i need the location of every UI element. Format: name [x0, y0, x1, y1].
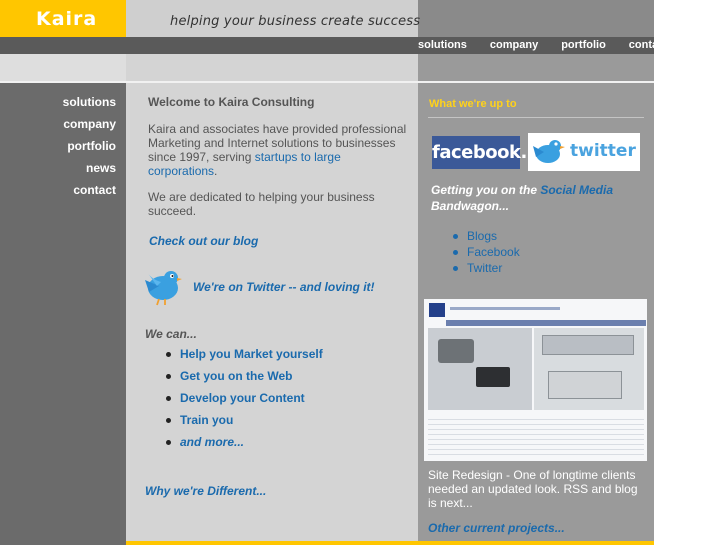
brand-logo[interactable]: Kaira	[36, 8, 97, 30]
top-nav-solutions[interactable]: solutions	[418, 37, 467, 54]
social-prefix: Getting you on the	[431, 183, 541, 197]
footer-bar	[126, 541, 654, 545]
twitter-bird-icon	[533, 140, 565, 163]
blog-link[interactable]: Check out our blog	[149, 234, 258, 248]
twitter-link[interactable]: We're on Twitter -- and loving it!	[193, 280, 375, 294]
social-heading: Getting you on the Social Media Bandwago…	[431, 182, 646, 214]
why-different-link[interactable]: Why we're Different...	[145, 484, 266, 498]
dedicated-paragraph: We are dedicated to helping your busines…	[148, 190, 375, 218]
intro-paragraph: Kaira and associates have provided profe…	[148, 122, 413, 178]
social-media-link[interactable]: Social Media	[540, 183, 613, 197]
side-nav-company[interactable]: company	[0, 117, 116, 139]
divider	[0, 81, 654, 83]
sub-band-right	[418, 54, 654, 82]
power-supply-icon	[542, 335, 634, 355]
header-band-dark	[418, 0, 654, 37]
page-title: Welcome to Kaira Consulting	[148, 95, 315, 109]
side-nav-news[interactable]: news	[0, 161, 116, 183]
list-item[interactable]: Facebook	[452, 245, 520, 261]
top-nav-contact[interactable]: contact	[629, 37, 668, 54]
thumb-nav	[446, 320, 646, 326]
other-projects-link[interactable]: Other current projects...	[428, 521, 565, 535]
list-item[interactable]: Develop your Content	[164, 391, 323, 413]
twitter-logo[interactable]: twitter	[528, 133, 640, 171]
thumb-header	[450, 307, 560, 310]
power-supply-icon	[548, 371, 622, 399]
sub-band-left	[0, 54, 126, 82]
list-item[interactable]: Help you Market yourself	[164, 347, 323, 369]
list-item[interactable]: and more...	[164, 435, 323, 457]
social-suffix: Bandwagon...	[431, 199, 509, 213]
portfolio-screenshot[interactable]	[424, 299, 647, 461]
we-can-heading: We can...	[145, 327, 197, 341]
list-item[interactable]: Blogs	[452, 229, 520, 245]
side-nav-contact[interactable]: contact	[0, 183, 116, 205]
power-supply-icon	[438, 339, 474, 363]
twitter-bird-icon[interactable]	[141, 266, 183, 306]
client-logo-icon	[429, 303, 445, 317]
we-can-list: Help you Market yourself Get you on the …	[164, 347, 323, 457]
intro-end: .	[214, 164, 218, 178]
top-nav: solutions company portfolio contact	[418, 37, 691, 54]
list-item[interactable]: Twitter	[452, 261, 520, 277]
side-nav: solutions company portfolio news contact	[0, 95, 116, 205]
twitter-wordmark: twitter	[570, 141, 636, 161]
list-item[interactable]: Get you on the Web	[164, 369, 323, 391]
list-item[interactable]: Train you	[164, 413, 323, 435]
social-list: Blogs Facebook Twitter	[452, 229, 520, 277]
sub-band-main	[126, 54, 418, 82]
section-divider	[428, 117, 644, 118]
top-nav-company[interactable]: company	[490, 37, 538, 54]
power-supply-icon	[476, 367, 510, 387]
facebook-logo[interactable]: facebook.	[432, 136, 527, 169]
top-nav-portfolio[interactable]: portfolio	[561, 37, 606, 54]
redesign-text: Site Redesign - One of longtime clients …	[428, 468, 638, 510]
page-margin	[654, 0, 727, 545]
thumb-text-lines	[428, 415, 644, 459]
tagline: helping your business create success	[170, 14, 421, 29]
section-heading: What we're up to	[429, 98, 517, 110]
side-nav-solutions[interactable]: solutions	[0, 95, 116, 117]
side-nav-portfolio[interactable]: portfolio	[0, 139, 116, 161]
